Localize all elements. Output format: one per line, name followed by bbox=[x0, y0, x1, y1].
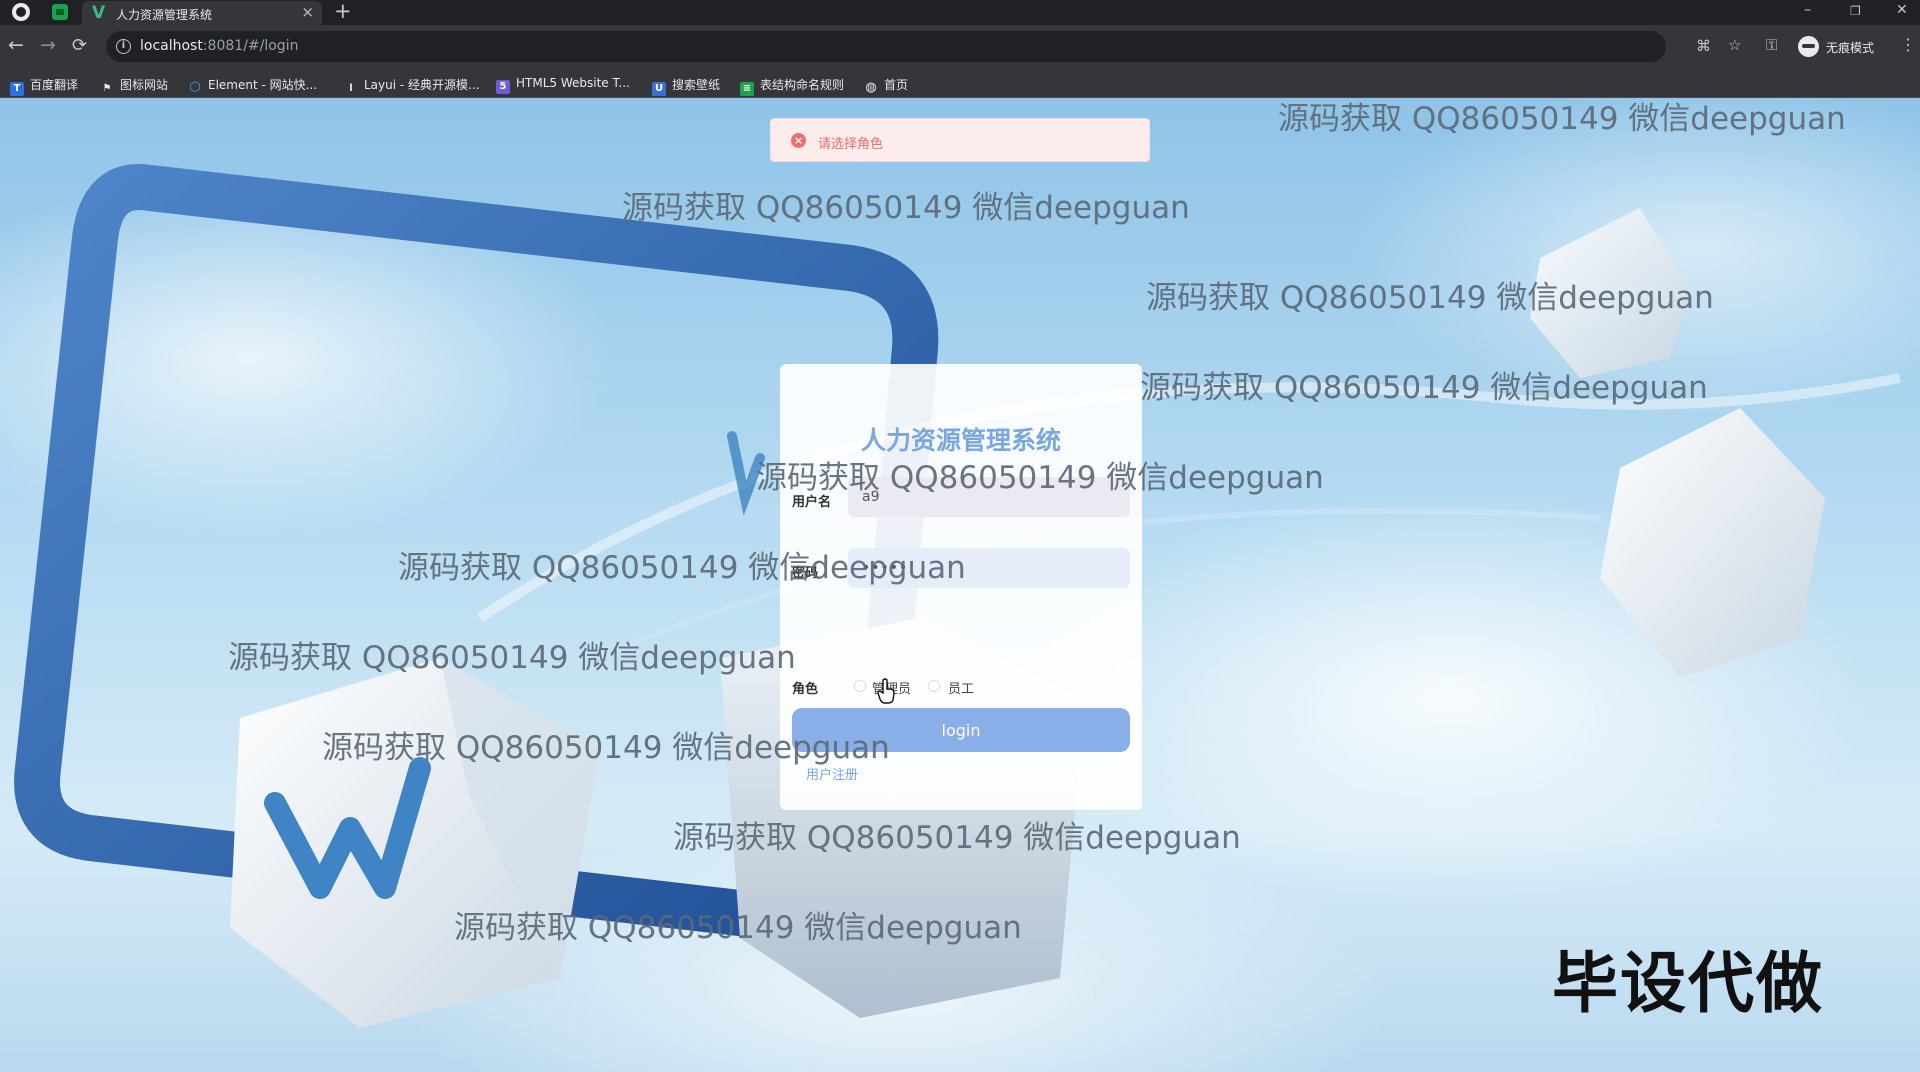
role-radio-employee[interactable] bbox=[928, 680, 940, 692]
bookmark-table-naming[interactable]: ≡ 表结构命名规则 bbox=[740, 76, 844, 96]
browser-toolbar: ← → ⟳ i localhost:8081/#/login ⌘ ☆ ⚿ 无痕模… bbox=[0, 25, 1920, 68]
password-key-icon[interactable]: ⚿ bbox=[1766, 36, 1777, 54]
sheet-icon: ≡ bbox=[740, 82, 754, 96]
incognito-label[interactable]: 无痕模式 bbox=[1826, 39, 1874, 56]
forward-button[interactable]: → bbox=[40, 34, 56, 56]
role-option-employee[interactable]: 员工 bbox=[948, 678, 974, 697]
new-tab-button[interactable]: + bbox=[334, 0, 352, 23]
error-circle-icon: × bbox=[791, 133, 806, 148]
reload-button[interactable]: ⟳ bbox=[72, 35, 87, 56]
login-page: × 请选择角色 人力资源管理系统 用户名 密码 角色 管理员 员工 login … bbox=[0, 98, 1920, 1072]
role-label: 角色 bbox=[792, 682, 819, 697]
bookmark-html5-template[interactable]: 5 HTML5 Website T... bbox=[496, 76, 630, 94]
vue-favicon-icon: V bbox=[92, 3, 106, 23]
site-info-icon[interactable]: i bbox=[116, 39, 131, 54]
cube-right-shape bbox=[1600, 408, 1825, 678]
bookmarks-bar: T 百度翻译 ⚑ 图标网站 ⬡ Element - 网站快... l Layui - 经… bbox=[0, 68, 1920, 98]
bookmark-icon-site[interactable]: ⚑ 图标网站 bbox=[100, 76, 169, 94]
html5-template-icon: 5 bbox=[496, 80, 510, 94]
browser-menu-icon[interactable]: ⋮ bbox=[1900, 35, 1916, 54]
bookmark-layui[interactable]: l Layui - 经典开源模... bbox=[344, 76, 479, 94]
layui-icon: l bbox=[349, 83, 353, 94]
watermark-text: 源码获取 QQ86050149 微信deepguan bbox=[228, 640, 796, 676]
watermark-text: 源码获取 QQ86050149 微信deepguan bbox=[1146, 280, 1714, 316]
close-window-button[interactable]: ✕ bbox=[1896, 2, 1908, 18]
browser-tab-strip: V 人力资源管理系统 × + – ❐ ✕ bbox=[0, 0, 1920, 25]
address-bar[interactable]: i localhost:8081/#/login ⌘ ☆ bbox=[106, 31, 1741, 62]
restore-button[interactable]: ❐ bbox=[1850, 4, 1861, 18]
baidu-translate-icon: T bbox=[10, 82, 24, 96]
watermark-text: 源码获取 QQ86050149 微信deepguan bbox=[622, 190, 1190, 226]
back-button[interactable]: ← bbox=[8, 34, 24, 56]
wallpaper-search-icon: U bbox=[652, 82, 666, 96]
watermark-text: 源码获取 QQ86050149 微信deepguan bbox=[1140, 370, 1708, 406]
browser-tab-active[interactable]: V 人力资源管理系统 × bbox=[82, 1, 322, 25]
role-radio-admin[interactable] bbox=[854, 680, 866, 692]
incognito-avatar-icon[interactable] bbox=[1798, 36, 1819, 57]
watermark-text: 源码获取 QQ86050149 微信deepguan bbox=[398, 550, 966, 586]
watermark-text: 源码获取 QQ86050149 微信deepguan bbox=[322, 730, 890, 766]
element-icon: ⬡ bbox=[189, 80, 201, 95]
watermark-text: 源码获取 QQ86050149 微信deepguan bbox=[454, 910, 1022, 946]
bookmark-baidu-translate[interactable]: T 百度翻译 bbox=[10, 76, 78, 96]
url-text[interactable]: localhost:8081/#/login bbox=[140, 38, 298, 54]
hand-cursor-icon bbox=[877, 678, 895, 704]
tab-close-icon[interactable]: × bbox=[301, 3, 314, 21]
globe-icon: ◍ bbox=[865, 80, 877, 95]
watermark-text: 源码获取 QQ86050149 微信deepguan bbox=[756, 460, 1324, 496]
error-toast: × 请选择角色 bbox=[770, 118, 1150, 162]
promo-stamp: 毕设代做 bbox=[1552, 945, 1824, 1022]
minimize-button[interactable]: – bbox=[1804, 2, 1811, 18]
toast-message: 请选择角色 bbox=[818, 137, 884, 152]
tab-title: 人力资源管理系统 bbox=[116, 8, 213, 22]
translate-icon[interactable]: ⌘ bbox=[1696, 37, 1711, 55]
bookmark-star-icon[interactable]: ☆ bbox=[1728, 36, 1741, 54]
incognito-menu-icon[interactable] bbox=[12, 3, 30, 21]
watermark-text: 源码获取 QQ86050149 微信deepguan bbox=[1278, 101, 1846, 137]
pinned-tab-favicon-icon[interactable] bbox=[52, 4, 68, 20]
watermark-text: 源码获取 QQ86050149 微信deepguan bbox=[673, 820, 1241, 856]
flag-icon: ⚑ bbox=[102, 83, 112, 94]
bookmark-element[interactable]: ⬡ Element - 网站快... bbox=[188, 76, 317, 95]
bookmark-wallpaper[interactable]: U 搜索壁纸 bbox=[652, 76, 720, 96]
bookmark-home[interactable]: ◍ 首页 bbox=[864, 76, 908, 95]
